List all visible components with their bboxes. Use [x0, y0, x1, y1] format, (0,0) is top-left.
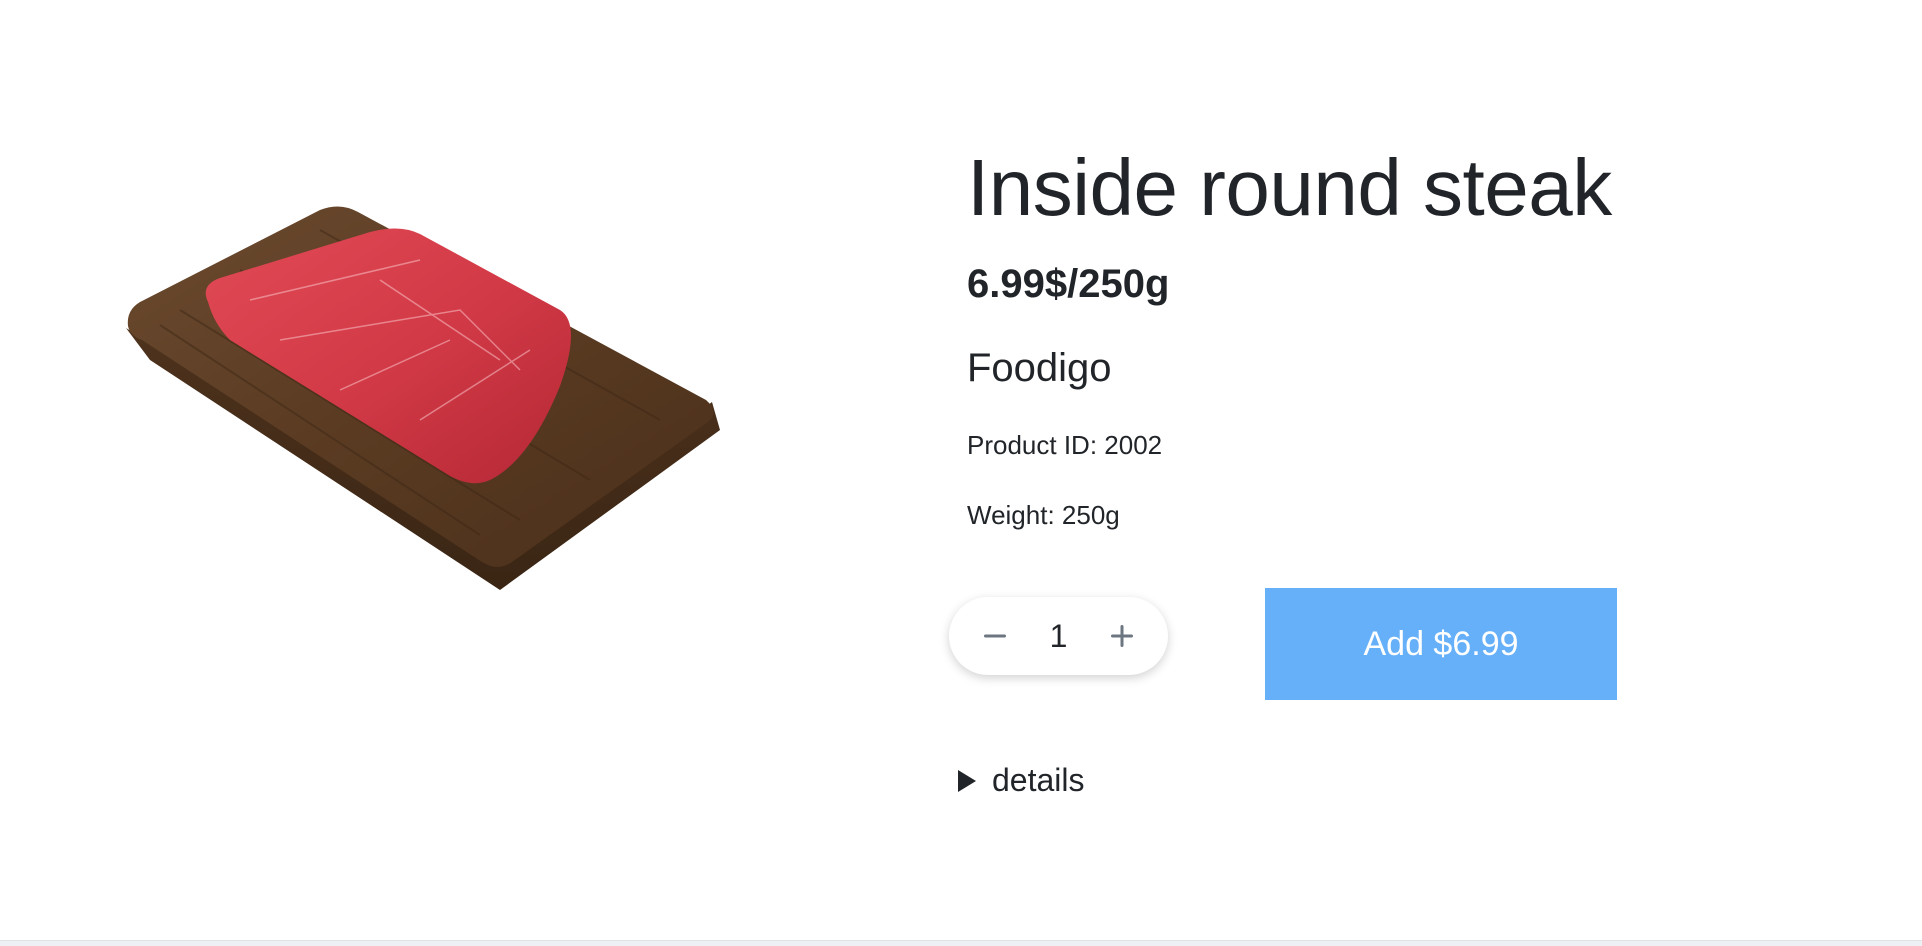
product-id: Product ID: 2002: [967, 430, 1163, 460]
product-page: Inside round steak 6.99$/250g Foodigo Pr…: [0, 0, 1922, 946]
purchase-actions: 1 Add $6.99: [949, 588, 1649, 700]
add-to-cart-button[interactable]: Add $6.99: [1265, 588, 1617, 700]
brand-name: Foodigo: [967, 346, 1112, 390]
product-info: Inside round steak 6.99$/250g Foodigo Pr…: [967, 140, 1767, 532]
quantity-stepper: 1: [949, 597, 1168, 675]
page-bottom-divider: [0, 940, 1922, 946]
product-image: [126, 206, 720, 590]
details-toggle[interactable]: details: [958, 762, 1085, 799]
product-title: Inside round steak: [967, 143, 1612, 232]
caret-right-icon: [958, 769, 976, 792]
quantity-value[interactable]: 1: [1039, 618, 1079, 655]
product-weight: Weight: 250g: [967, 500, 1120, 530]
details-label: details: [992, 762, 1085, 798]
minus-icon[interactable]: [975, 616, 1015, 656]
plus-icon[interactable]: [1102, 616, 1142, 656]
unit-price: 6.99$/250g: [967, 262, 1170, 306]
